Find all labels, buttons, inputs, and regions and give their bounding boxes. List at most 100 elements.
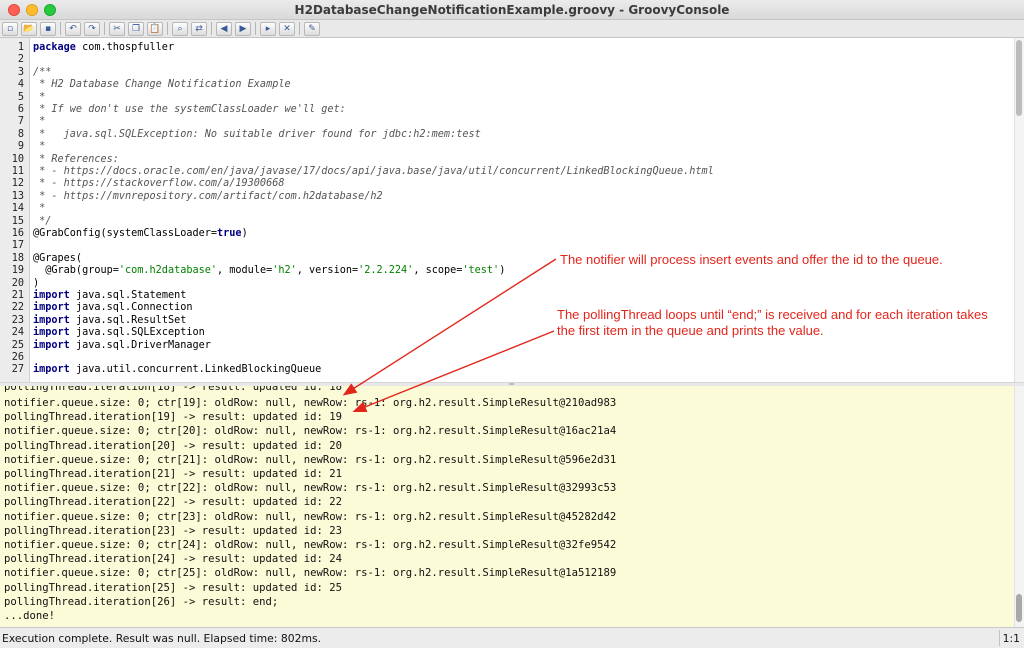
comment-text: * References:	[33, 153, 119, 165]
new-file-icon[interactable]: ▫	[2, 21, 18, 36]
output-line: notifier.queue.size: 0; ctr[20]: oldRow:…	[4, 425, 617, 438]
comment-text: *	[33, 116, 46, 128]
code-text: * References:	[33, 153, 119, 166]
argument-text: , scope=	[413, 265, 463, 277]
line-number: 7	[17, 116, 24, 128]
splitter-grip[interactable]	[509, 383, 514, 385]
code-text: *	[33, 140, 45, 153]
open-folder-icon[interactable]: 📂	[21, 21, 37, 36]
output-scrollbar[interactable]	[1014, 386, 1024, 627]
toolbar: ▫ 📂 ▪ ↶ ↷ ✂ ❐ 📋 ⌕ ⇄ ◀ ▶ ▸ ✕ ✎	[0, 20, 1024, 38]
comment-text: * - https://docs.oracle.com/en/java/java…	[33, 166, 714, 177]
output-line: pollingThread.iteration[26] -> result: e…	[4, 595, 279, 608]
output-line: pollingThread.iteration[25] -> result: u…	[4, 581, 343, 594]
keyword: import	[33, 364, 70, 376]
status-divider	[999, 630, 1000, 646]
output-scrollbar-thumb[interactable]	[1016, 594, 1022, 622]
keyword: import	[33, 302, 70, 314]
line-number: 5	[17, 91, 24, 103]
toolbar-separator	[211, 22, 212, 35]
comment-text: /**	[33, 66, 52, 78]
history-previous-icon[interactable]: ◀	[216, 21, 232, 36]
line-number: 10	[11, 153, 24, 165]
keyword: import	[33, 314, 70, 326]
identifier: java.sql.Statement	[69, 290, 187, 301]
line-number: 27	[11, 364, 24, 376]
cut-icon[interactable]: ✂	[109, 21, 125, 36]
identifier: java.sql.Connection	[69, 302, 193, 314]
code-text: import java.sql.ResultSet	[33, 314, 186, 327]
keyword: import	[33, 339, 70, 351]
toolbar-separator	[255, 22, 256, 35]
line-number: 12	[11, 178, 24, 190]
line-number: 26	[11, 352, 24, 363]
output-pane[interactable]: pollingThread.iteration[18] -> result: u…	[0, 386, 1024, 627]
output-line: pollingThread.iteration[23] -> result: u…	[4, 524, 343, 537]
line-number: 21	[11, 290, 24, 301]
code-text: * - https://mvnrepository.com/artifact/c…	[33, 190, 383, 203]
line-number: 20	[11, 277, 24, 289]
argument-text: )	[499, 265, 506, 277]
code-text: import java.sql.DriverManager	[33, 339, 211, 352]
script-editor[interactable]: 1 package com.thospfuller 2 3 /** 4 * H2 Data…	[0, 38, 1024, 382]
keyword: import	[33, 327, 70, 339]
output-line: pollingThread.iteration[22] -> result: u…	[4, 496, 343, 509]
save-icon[interactable]: ▪	[40, 21, 56, 36]
comment-text: *	[33, 141, 46, 153]
editor-scrollbar-thumb[interactable]	[1016, 40, 1022, 116]
identifier: java.sql.SQLException	[69, 327, 205, 339]
find-icon[interactable]: ⌕	[172, 21, 188, 36]
output-line: pollingThread.iteration[21] -> result: u…	[4, 468, 343, 480]
code-text: import java.sql.Connection	[33, 301, 192, 314]
code-text: @Grapes(	[33, 252, 82, 265]
punctuation: )	[241, 228, 248, 239]
annotation-text: @Grab(group=	[33, 265, 119, 277]
code-text: * java.sql.SQLException: No suitable dri…	[33, 128, 481, 141]
output-line-partial: pollingThread.iteration[18] -> result: u…	[4, 386, 343, 393]
comment-text: * java.sql.SQLException: No suitable dri…	[33, 128, 481, 140]
code-text: import java.sql.SQLException	[33, 326, 205, 339]
output-line: notifier.queue.size: 0; ctr[19]: oldRow:…	[4, 397, 617, 409]
output-line: notifier.queue.size: 0; ctr[23]: oldRow:…	[4, 510, 617, 523]
identifier: java.sql.ResultSet	[69, 314, 187, 326]
string-literal: 'com.h2database'	[118, 265, 218, 277]
line-number: 13	[11, 190, 24, 202]
toolbar-separator	[104, 22, 105, 35]
code-text: @Grab(group='com.h2database', module='h2…	[33, 264, 505, 277]
interrupt-icon[interactable]: ✕	[279, 21, 295, 36]
line-number: 1	[17, 42, 24, 53]
output-line: notifier.queue.size: 0; ctr[25]: oldRow:…	[4, 567, 617, 580]
output-line: notifier.queue.size: 0; ctr[24]: oldRow:…	[4, 539, 617, 551]
argument-text: , version=	[296, 265, 359, 277]
line-number: 25	[11, 339, 24, 351]
identifier: java.util.concurrent.LinkedBlockingQueue	[69, 364, 322, 376]
toolbar-separator	[167, 22, 168, 35]
redo-icon[interactable]: ↷	[84, 21, 100, 36]
line-number: 9	[17, 141, 24, 153]
code-text: * - https://stackoverflow.com/a/19300668	[33, 177, 284, 190]
title-bar: H2DatabaseChangeNotificationExample.groo…	[0, 0, 1024, 20]
line-number: 22	[11, 302, 24, 314]
string-literal: '2.2.224'	[358, 265, 414, 277]
comment-text: * - https://mvnrepository.com/artifact/c…	[33, 190, 383, 202]
copy-icon[interactable]: ❐	[128, 21, 144, 36]
comment-text: *	[33, 203, 46, 215]
comment-text: * - https://stackoverflow.com/a/19300668	[33, 178, 285, 190]
run-script-icon[interactable]: ▸	[260, 21, 276, 36]
replace-icon[interactable]: ⇄	[191, 21, 207, 36]
paste-icon[interactable]: 📋	[147, 21, 163, 36]
argument-text: , module=	[217, 265, 273, 277]
line-number: 4	[17, 79, 24, 91]
clear-output-icon[interactable]: ✎	[304, 21, 320, 36]
annotation-text: @GrabConfig(systemClassLoader=	[33, 228, 218, 239]
history-next-icon[interactable]: ▶	[235, 21, 251, 36]
code-text: */	[33, 215, 51, 228]
line-number: 18	[11, 252, 24, 264]
code-text: import java.util.concurrent.LinkedBlocki…	[33, 363, 321, 376]
code-text: *	[33, 115, 45, 128]
line-number: 24	[11, 327, 24, 339]
undo-icon[interactable]: ↶	[65, 21, 81, 36]
line-number: 17	[11, 240, 24, 252]
keyword: import	[33, 290, 70, 301]
code-plain: )	[33, 277, 40, 289]
